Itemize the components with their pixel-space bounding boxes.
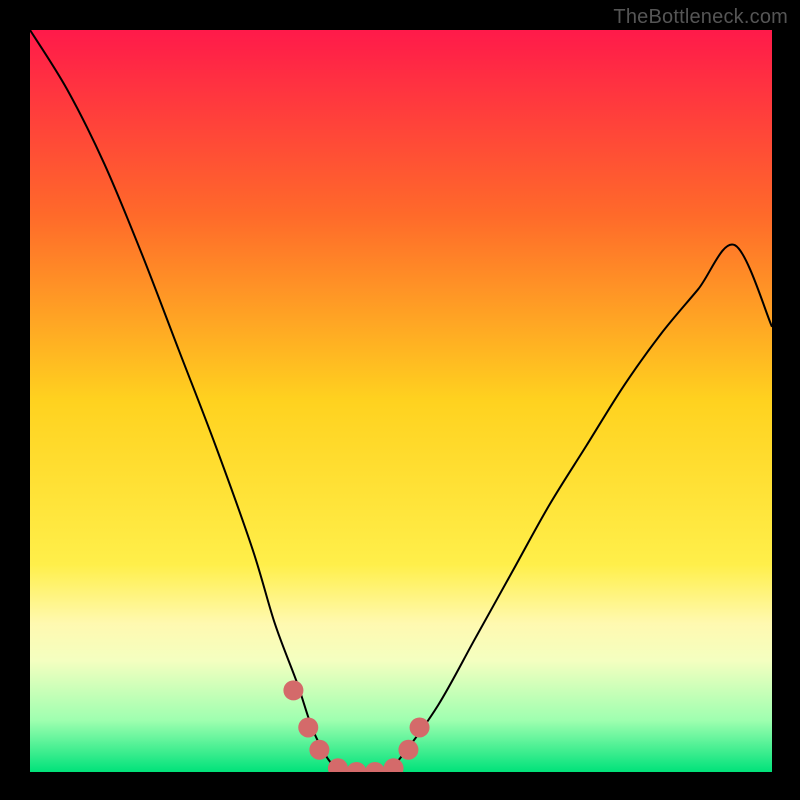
plot-area	[30, 30, 772, 772]
marker-dot	[298, 717, 318, 737]
gradient-background	[30, 30, 772, 772]
marker-dot	[398, 740, 418, 760]
marker-dot	[410, 717, 430, 737]
marker-dot	[283, 680, 303, 700]
chart-svg	[30, 30, 772, 772]
marker-dot	[309, 740, 329, 760]
watermark-text: TheBottleneck.com	[613, 6, 788, 29]
chart-frame: TheBottleneck.com	[0, 0, 800, 800]
